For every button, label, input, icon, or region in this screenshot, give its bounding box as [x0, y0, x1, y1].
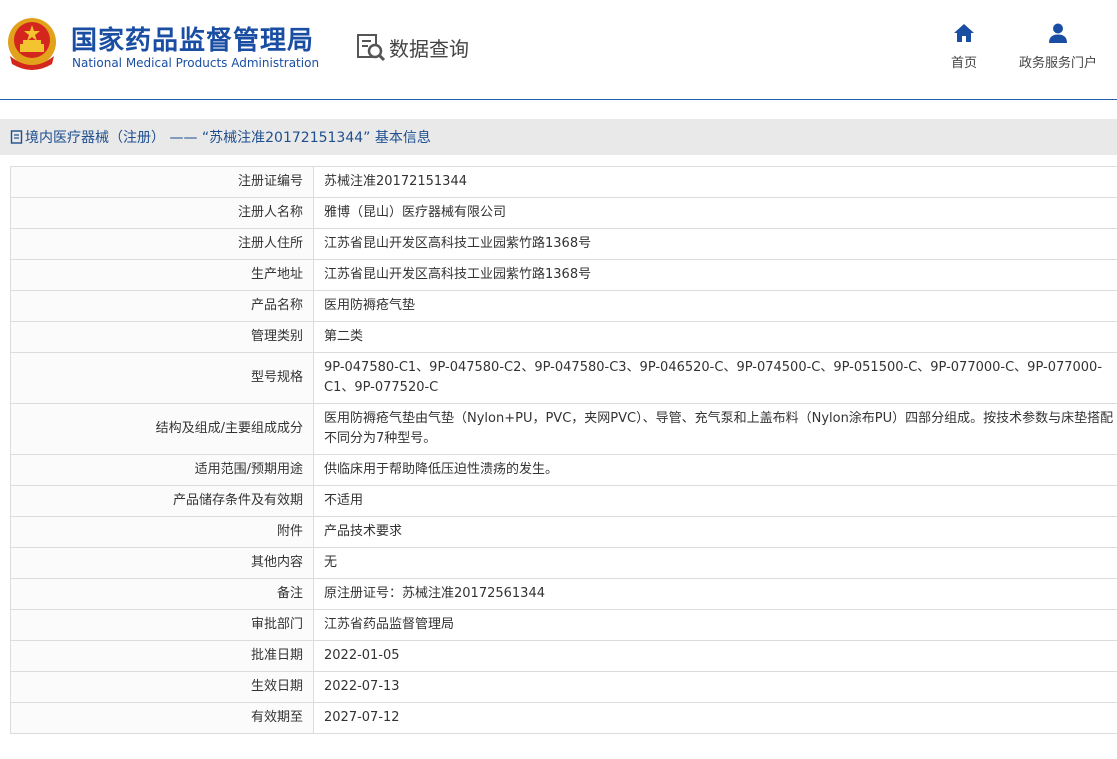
field-label: 生产地址 — [10, 259, 314, 291]
field-label: 生效日期 — [10, 671, 314, 703]
field-label: 管理类别 — [10, 321, 314, 353]
field-label: 其他内容 — [10, 547, 314, 579]
national-emblem-icon — [8, 18, 56, 70]
device-detail-table: 注册证编号 苏械注准20172151344 注册人名称 雅博（昆山）医疗器械有限公司注… — [10, 166, 1117, 734]
breadcrumb: 境内医疗器械（注册） —— “苏械注准20172151344” 基本信息 — [0, 119, 1117, 155]
field-label: 注册人住所 — [10, 228, 314, 260]
user-icon — [1049, 23, 1067, 43]
home-icon — [954, 24, 974, 42]
field-value: 产品技术要求 — [313, 516, 1117, 548]
field-value: 原注册证号：苏械注准20172561344 — [313, 578, 1117, 610]
field-label: 产品名称 — [10, 290, 314, 322]
nav-home-label: 首页 — [950, 56, 977, 71]
site-title-en[interactable]: National Medical Products Administration — [72, 56, 319, 70]
document-search-icon — [357, 34, 386, 62]
field-label: 审批部门 — [10, 609, 314, 641]
field-value: 江苏省药品监督管理局 — [313, 609, 1117, 641]
table-row: 管理类别 第二类 — [10, 321, 1117, 353]
field-value: 医用防褥疮气垫 — [313, 290, 1117, 322]
breadcrumb-text: 境内医疗器械（注册） —— “苏械注准20172151344” 基本信息 — [25, 130, 431, 146]
table-row: 产品名称 医用防褥疮气垫 — [10, 290, 1117, 322]
table-row: 生产地址 江苏省昆山开发区高科技工业园紫竹路1368号 — [10, 259, 1117, 291]
field-value: 9P-047580-C1、9P-047580-C2、9P-047580-C3、9… — [313, 352, 1117, 404]
field-value: 雅博（昆山）医疗器械有限公司 — [313, 197, 1117, 229]
table-row: 生效日期 2022-07-13 — [10, 671, 1117, 703]
nav-home[interactable]: 首页 — [944, 22, 984, 71]
document-icon — [10, 130, 23, 144]
data-query-link[interactable]: 数据查询 — [355, 30, 469, 64]
table-row: 有效期至 2027-07-12 — [10, 702, 1117, 734]
nav-service-label: 政务服务门户 — [1018, 56, 1097, 71]
field-label: 批准日期 — [10, 640, 314, 672]
field-label: 注册证编号 — [10, 166, 314, 198]
table-row: 注册人住所 江苏省昆山开发区高科技工业园紫竹路1368号 — [10, 228, 1117, 260]
field-value: 2022-01-05 — [313, 640, 1117, 672]
table-row: 其他内容无 — [10, 547, 1117, 579]
field-value: 第二类 — [313, 321, 1117, 353]
table-row: 审批部门 江苏省药品监督管理局 — [10, 609, 1117, 641]
field-label: 型号规格 — [10, 352, 314, 404]
field-value: 江苏省昆山开发区高科技工业园紫竹路1368号 — [313, 259, 1117, 291]
table-row: 附件 产品技术要求 — [10, 516, 1117, 548]
table-row: 批准日期 2022-01-05 — [10, 640, 1117, 672]
table-row: 注册证编号 苏械注准20172151344 — [10, 166, 1117, 198]
field-label: 有效期至 — [10, 702, 314, 734]
field-value: 2027-07-12 — [313, 702, 1117, 734]
site-title-cn[interactable]: 国家药品监督管理局 — [71, 20, 314, 57]
field-label: 附件 — [10, 516, 314, 548]
field-label: 适用范围/预期用途 — [10, 454, 314, 486]
field-value: 江苏省昆山开发区高科技工业园紫竹路1368号 — [313, 228, 1117, 260]
table-row: 注册人名称 雅博（昆山）医疗器械有限公司 — [10, 197, 1117, 229]
table-row: 型号规格 9P-047580-C1、9P-047580-C2、9P-047580-… — [10, 352, 1117, 404]
field-label: 注册人名称 — [10, 197, 314, 229]
table-row: 产品储存条件及有效期 不适用 — [10, 485, 1117, 517]
field-label: 备注 — [10, 578, 314, 610]
table-row: 适用范围/预期用途 供临床用于帮助降低压迫性溃疡的发生。 — [10, 454, 1117, 486]
table-row: 结构及组成/主要组成成分 医用防褥疮气垫由气垫（Nylon+PU，PVC，夹网PV… — [10, 403, 1117, 455]
site-header: 国家药品监督管理局 National Medical Products Admi… — [0, 0, 1117, 100]
field-value: 苏械注准20172151344 — [313, 166, 1117, 198]
table-row: 备注 原注册证号：苏械注准20172561344 — [10, 578, 1117, 610]
field-value: 无 — [313, 547, 1117, 579]
field-label: 产品储存条件及有效期 — [10, 485, 314, 517]
field-value: 不适用 — [313, 485, 1117, 517]
data-query-label: 数据查询 — [389, 36, 469, 61]
field-label: 结构及组成/主要组成成分 — [10, 403, 314, 455]
nav-service-portal[interactable]: 政务服务门户 — [1014, 22, 1102, 71]
field-value: 供临床用于帮助降低压迫性溃疡的发生。 — [313, 454, 1117, 486]
field-value: 医用防褥疮气垫由气垫（Nylon+PU，PVC，夹网PVC）、导管、充气泵和上盖… — [313, 403, 1117, 455]
field-value: 2022-07-13 — [313, 671, 1117, 703]
